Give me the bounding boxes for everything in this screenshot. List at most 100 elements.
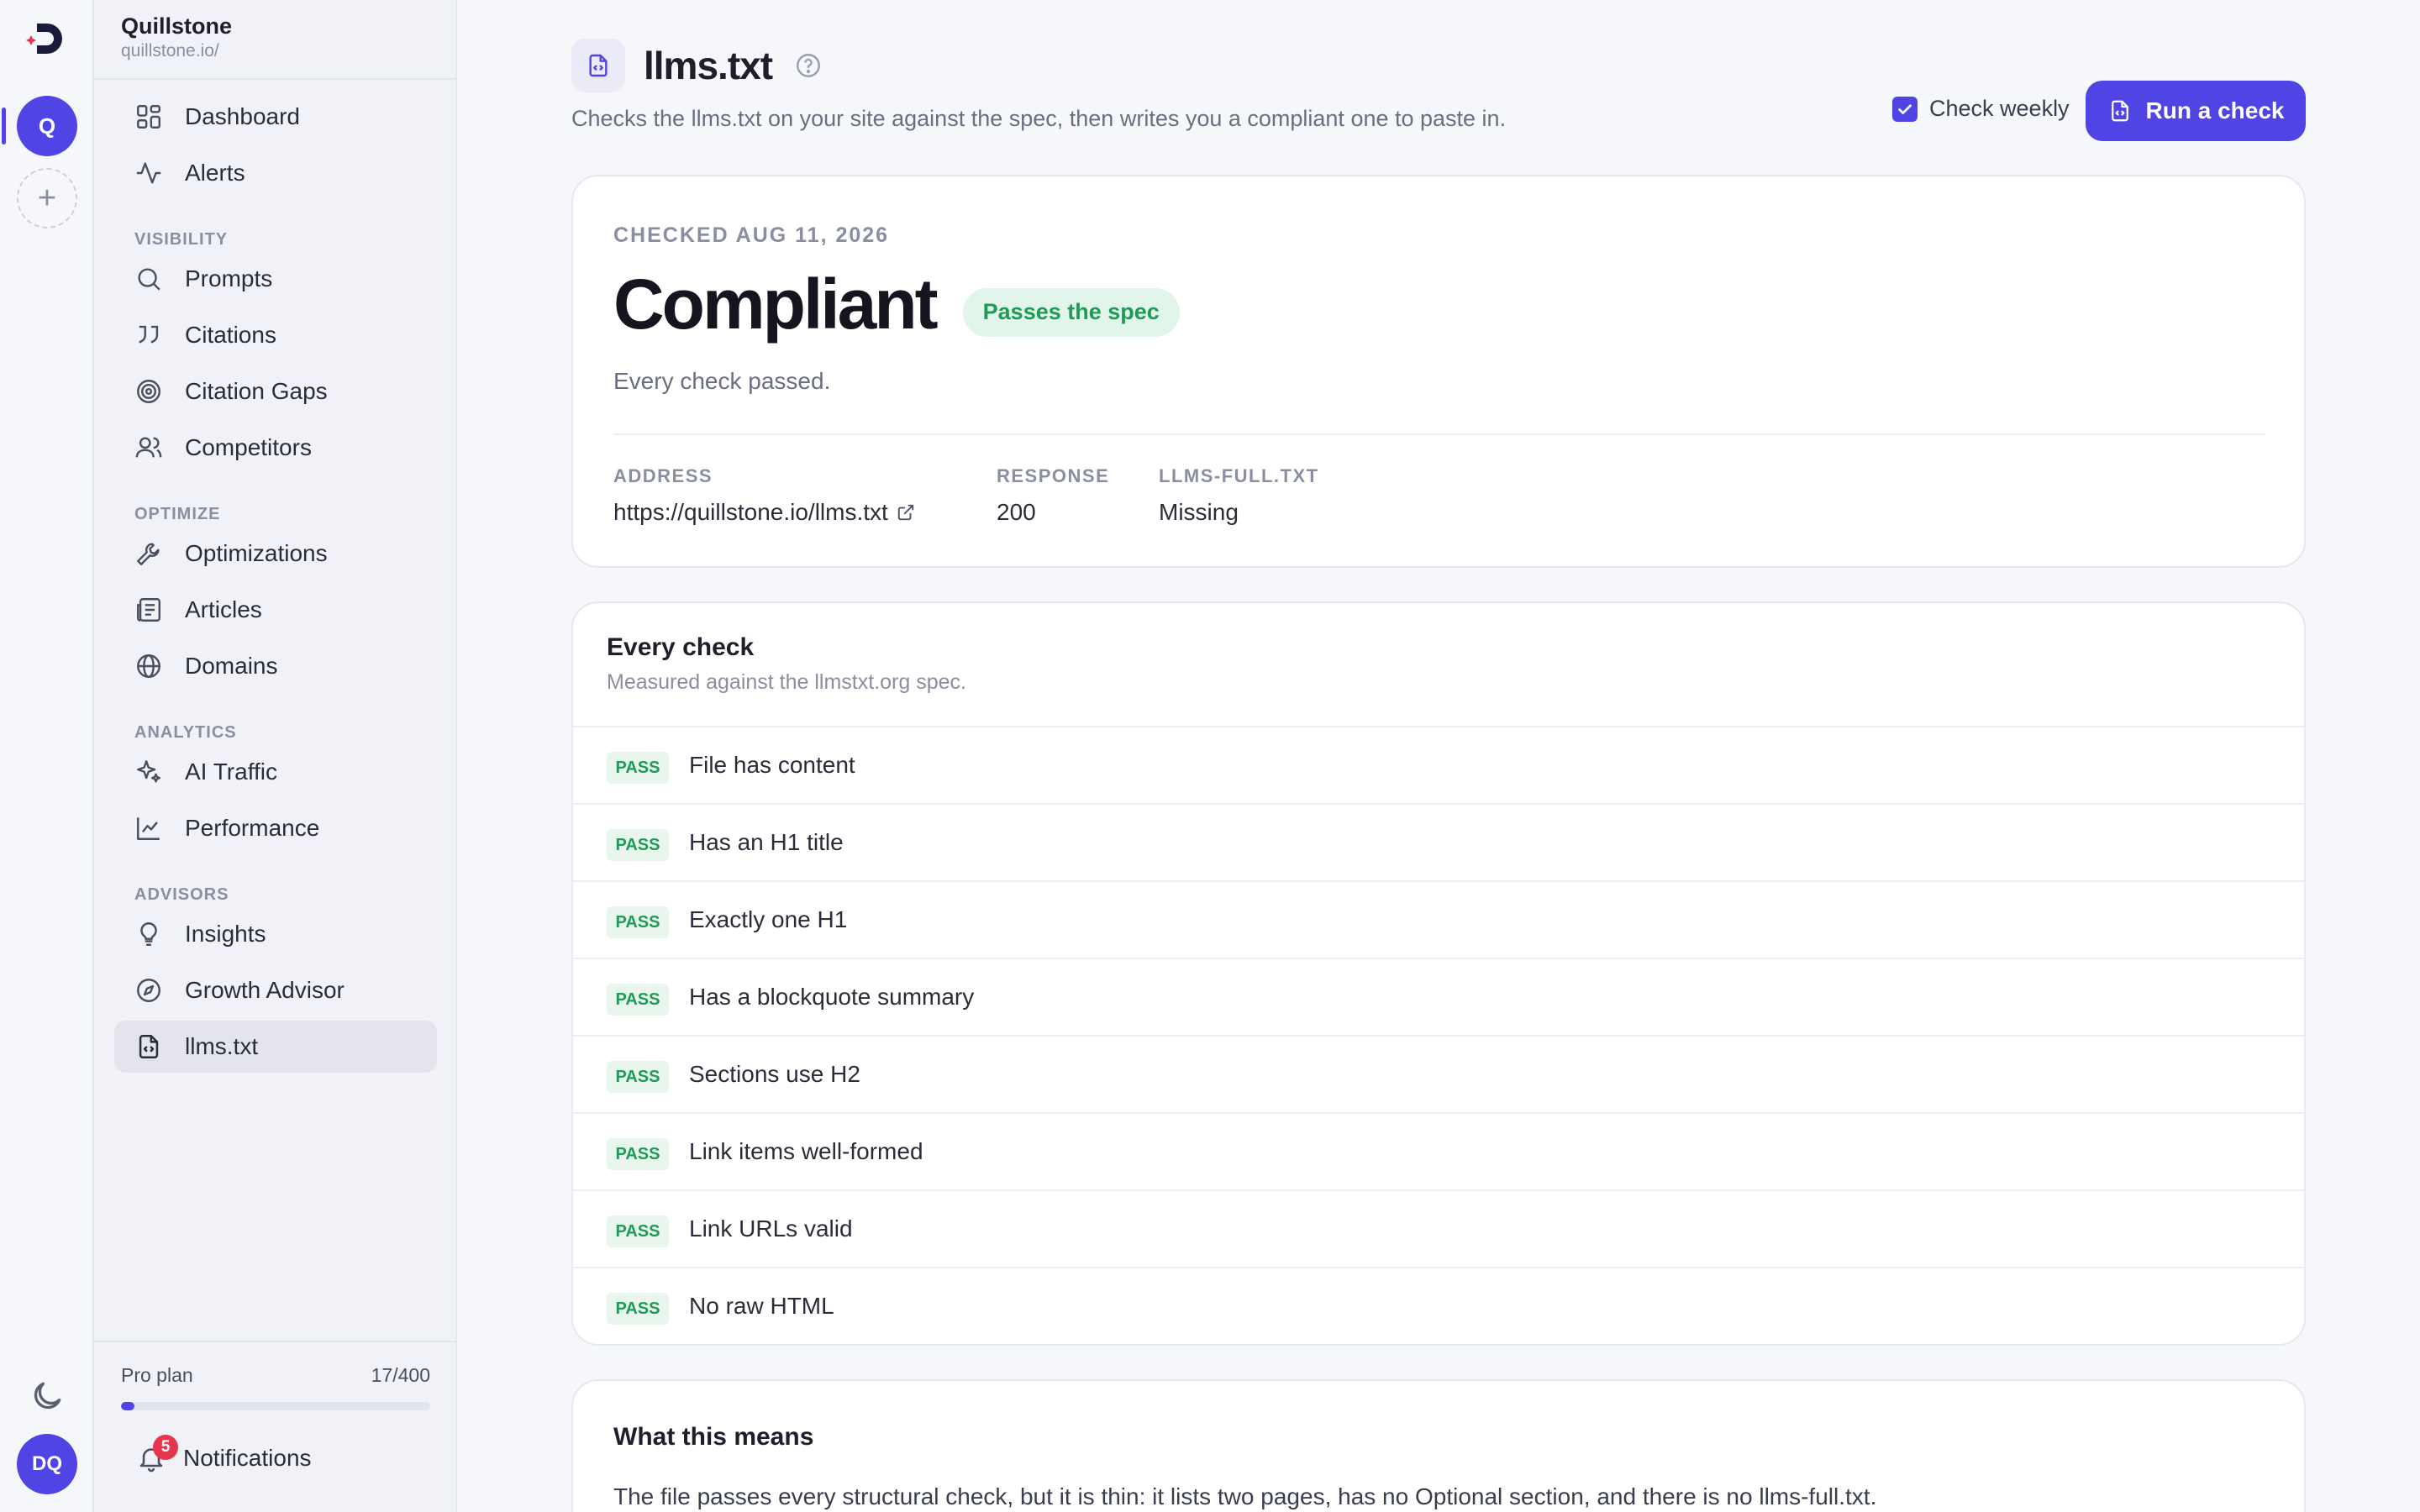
pass-badge: PASS [607,752,669,784]
bell-icon: 5 [136,1435,178,1473]
check-weekly-checkbox[interactable] [1892,96,1918,122]
check-row: PASS Has a blockquote summary [573,958,2304,1035]
plan-usage-bar [121,1402,430,1410]
check-row: PASS Link items well-formed [573,1112,2304,1189]
globe-icon [137,654,160,678]
checks-list: PASS File has content PASS Has an H1 tit… [573,726,2304,1344]
sidebar-item-label: llms.txt [185,1033,259,1059]
sidebar-item-performance[interactable]: Performance [114,802,437,854]
sidebar-item-label: Prompts [185,265,273,291]
run-check-button[interactable]: Run a check [2086,81,2306,141]
status-title: Compliant [613,265,939,344]
plan-usage-count: 17/400 [371,1364,430,1386]
sidebar-item-dashboard[interactable]: Dashboard [114,91,437,143]
file-code-icon [2111,100,2128,122]
sidebar-item-optimizations[interactable]: Optimizations [114,528,437,580]
workspace-rail: Q + DQ [0,0,94,1512]
response-value: 200 [997,499,1036,525]
help-circle-icon[interactable] [794,51,823,80]
plan-usage: Pro plan 17/400 [121,1364,430,1410]
check-label: Link items well-formed [689,1138,923,1164]
notification-count-badge: 5 [153,1435,178,1460]
lightbulb-icon [140,922,157,946]
sidebar-item-label: Growth Advisor [185,977,345,1003]
pass-badge: PASS [607,1293,669,1325]
sidebar-item-label: Dashboard [185,103,300,129]
sidebar-item-llms-txt[interactable]: llms.txt [114,1021,437,1073]
pass-badge: PASS [607,984,669,1016]
checks-card: Every check Measured against the llmstxt… [571,601,2306,1346]
check-weekly-toggle[interactable]: Check weekly [1892,96,2070,122]
sidebar-item-label: Domains [185,653,278,679]
page-title: llms.txt [644,44,773,87]
notifications-label: Notifications [183,1445,312,1471]
pass-badge: PASS [607,1138,669,1170]
file-code-icon [571,39,625,92]
meta-label: ADDRESS [613,465,713,486]
sidebar-item-label: Citations [185,322,276,348]
explanation-text: The file passes every structural check, … [613,1483,1877,1509]
check-row: PASS Exactly one H1 [573,880,2304,958]
user-avatar[interactable]: DQ [17,1434,77,1494]
sidebar-item-growth-advisor[interactable]: Growth Advisor [114,964,437,1016]
sidebar-item-competitors[interactable]: Competitors [114,422,437,474]
check-label: No raw HTML [689,1293,834,1319]
external-link-icon [897,504,913,521]
sidebar-item-citation-gaps[interactable]: Citation Gaps [114,365,437,417]
run-check-label: Run a check [2145,97,2285,123]
nav-group-visibility: VISIBILITY [134,230,229,249]
check-label: Has an H1 title [689,829,844,855]
check-weekly-label: Check weekly [1929,96,2070,121]
app-logo-icon[interactable] [24,15,71,62]
page-header: llms.txt [571,39,823,92]
sidebar-item-articles[interactable]: Articles [114,584,437,636]
plan-usage-fill [121,1402,134,1410]
divider [613,433,2265,435]
sidebar-item-label: Citation Gaps [185,378,328,404]
sidebar-item-label: Alerts [185,160,245,186]
sidebar-item-insights[interactable]: Insights [114,908,437,960]
sidebar-item-label: Performance [185,815,320,841]
llms-full-value: Missing [1159,499,1239,525]
meta-label: RESPONSE [997,465,1110,486]
check-label: Has a blockquote summary [689,984,975,1010]
sidebar-item-ai-traffic[interactable]: AI Traffic [114,746,437,798]
sidebar-item-label: AI Traffic [185,759,277,785]
checkmark-icon [1898,104,1912,114]
nav-group-optimize: OPTIMIZE [134,505,221,523]
org-switcher[interactable]: Quillstone quillstone.io/ [121,13,232,61]
sidebar-item-domains[interactable]: Domains [114,640,437,692]
pass-badge: PASS [607,1061,669,1093]
divider [94,78,457,80]
notifications-button[interactable]: 5 Notifications [136,1435,312,1473]
sidebar: Quillstone quillstone.io/ Dashboard Aler… [94,0,457,1512]
explanation-title: What this means [613,1423,814,1451]
check-label: File has content [689,752,855,778]
line-chart-icon [137,817,160,840]
sidebar-item-label: Articles [185,596,262,622]
status-card: CHECKED AUG 11, 2026 Compliant Passes th… [571,175,2306,568]
sparkles-icon [137,760,160,783]
address-link[interactable]: https://quillstone.io/llms.txt [613,499,915,526]
org-name: Quillstone [121,13,233,39]
plan-label: Pro plan [121,1364,193,1386]
moon-icon[interactable] [29,1378,66,1415]
check-row: PASS Link URLs valid [573,1189,2304,1267]
newspaper-icon [137,598,160,622]
sidebar-item-prompts[interactable]: Prompts [114,253,437,305]
check-row: PASS File has content [573,726,2304,803]
meta-llms-full: LLMS-FULL.TXT Missing [1159,465,1319,526]
add-workspace-button[interactable]: + [17,168,77,228]
users-icon [135,437,162,458]
sidebar-item-alerts[interactable]: Alerts [114,147,437,199]
wrench-icon [137,543,160,565]
checks-subtitle: Measured against the llmstxt.org spec. [607,670,966,694]
sidebar-item-citations[interactable]: Citations [114,309,437,361]
pass-badge: PASS [607,906,669,938]
nav-group-advisors: ADVISORS [134,885,229,904]
file-code-icon [139,1034,159,1059]
sidebar-item-label: Optimizations [185,540,328,566]
active-workspace-indicator [2,108,6,144]
pass-badge: PASS [607,1215,669,1247]
workspace-avatar[interactable]: Q [17,96,77,156]
